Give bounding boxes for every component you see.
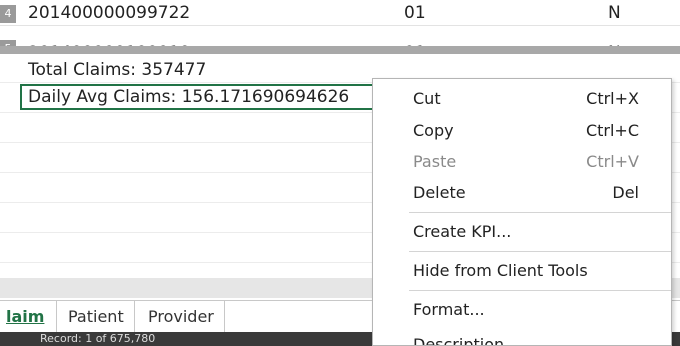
menu-item-label: Copy (413, 121, 454, 140)
tab-claim[interactable]: laim (0, 301, 58, 333)
menu-item-label: Delete (413, 183, 466, 202)
menu-item-delete[interactable]: Delete Del (373, 177, 671, 209)
menu-item-label: Cut (413, 89, 441, 108)
menu-item-paste: Paste Ctrl+V (373, 146, 671, 178)
data-grid: 4 201400000099722 01 N 5 201400000100010… (0, 0, 680, 52)
menu-item-shortcut: Ctrl+X (586, 89, 639, 108)
tab-provider[interactable]: Provider (138, 301, 225, 333)
menu-item-label: Create KPI... (413, 222, 512, 241)
claim-id-cell[interactable]: 201400000099722 (28, 0, 388, 26)
row-header[interactable]: 4 (0, 5, 16, 23)
menu-separator (409, 251, 671, 252)
total-claims-measure[interactable]: Total Claims: 357477 (28, 60, 206, 80)
menu-separator (409, 290, 671, 291)
menu-item-label: Format... (413, 300, 485, 319)
menu-item-description[interactable]: Description... (373, 329, 671, 346)
tab-patient[interactable]: Patient (58, 301, 135, 333)
menu-item-create-kpi[interactable]: Create KPI... (373, 216, 671, 248)
menu-item-shortcut: Ctrl+C (585, 121, 639, 140)
code-cell[interactable]: 01 (404, 0, 584, 26)
menu-item-shortcut: Ctrl+V (586, 152, 639, 171)
menu-item-format[interactable]: Format... (373, 294, 671, 326)
menu-separator (409, 212, 671, 213)
menu-item-shortcut: Del (612, 183, 639, 202)
menu-item-hide-from-client-tools[interactable]: Hide from Client Tools (373, 255, 671, 287)
table-row[interactable]: 4 201400000099722 01 N (0, 0, 680, 26)
menu-item-label: Description... (413, 335, 520, 346)
pane-splitter[interactable] (0, 46, 680, 54)
menu-item-copy[interactable]: Copy Ctrl+C (373, 115, 671, 147)
flag-cell[interactable]: N (608, 0, 668, 26)
menu-item-label: Hide from Client Tools (413, 261, 588, 280)
menu-item-cut[interactable]: Cut Ctrl+X (373, 83, 671, 115)
context-menu: Cut Ctrl+X Copy Ctrl+C Paste Ctrl+V Dele… (372, 78, 672, 346)
menu-item-label: Paste (413, 152, 457, 171)
daily-avg-claims-measure[interactable]: Daily Avg Claims: 156.171690694626 (20, 84, 376, 110)
